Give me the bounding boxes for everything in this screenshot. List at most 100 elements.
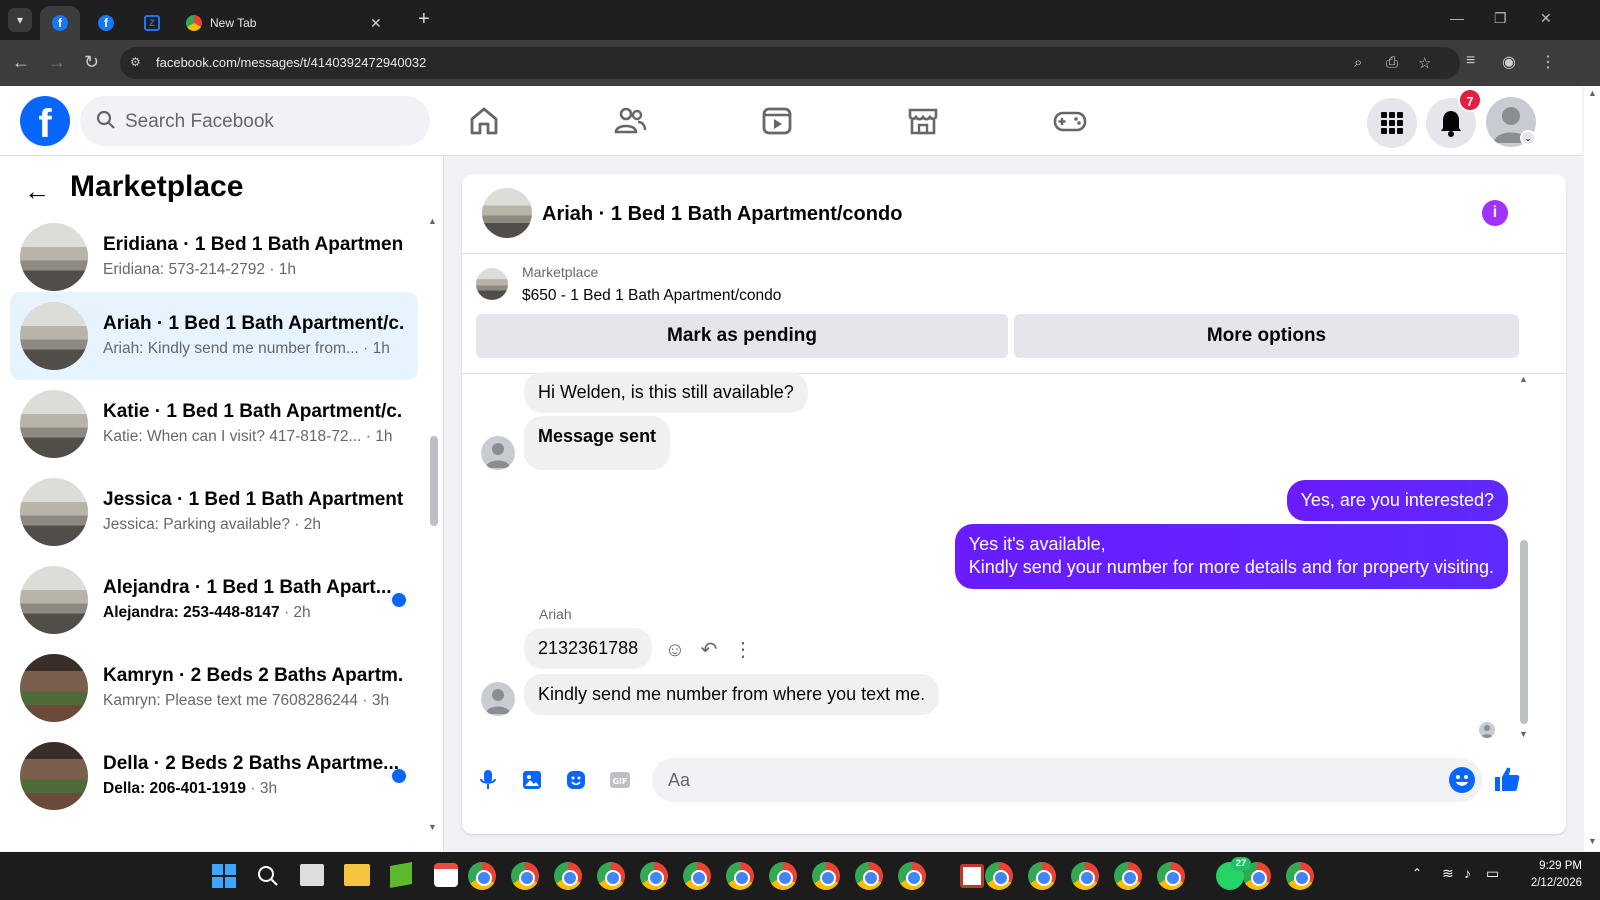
app-icon[interactable]	[960, 864, 984, 888]
conversation-list-scrollbar[interactable]	[430, 436, 438, 526]
minecraft-icon[interactable]	[390, 862, 412, 888]
chrome-taskbar-icon[interactable]	[985, 862, 1013, 890]
home-icon[interactable]	[464, 101, 504, 141]
scroll-up-arrow-icon[interactable]: ▲	[428, 216, 437, 226]
chrome-taskbar-icon[interactable]	[1028, 862, 1056, 890]
page-scroll-down-icon[interactable]: ▼	[1588, 836, 1597, 846]
chrome-taskbar-icon[interactable]	[1157, 862, 1185, 890]
reply-icon[interactable]: ↶	[698, 639, 720, 661]
forward-arrow-icon[interactable]: →	[48, 52, 66, 73]
incoming-message[interactable]: Hi Welden, is this still available?	[524, 372, 808, 414]
gaming-icon[interactable]	[1050, 101, 1090, 141]
clock-date[interactable]: 2/12/2026	[1512, 877, 1582, 889]
gif-icon[interactable]: GIF	[608, 768, 632, 792]
conversation-item[interactable]: Ariah · 1 Bed 1 Bath Apartment/c... Ariah…	[10, 292, 418, 380]
battery-icon[interactable]: ▭	[1486, 865, 1499, 882]
address-bar[interactable]: ⚙ facebook.com/messages/t/41403924729400…	[120, 47, 1460, 79]
chrome-taskbar-icon[interactable]	[726, 862, 754, 890]
more-options-button[interactable]: More options	[1014, 314, 1519, 358]
chrome-taskbar-icon[interactable]	[554, 862, 582, 890]
chrome-taskbar-icon[interactable]	[898, 862, 926, 890]
page-scroll-up-icon[interactable]: ▲	[1588, 88, 1597, 98]
profile-icon[interactable]: ◉	[1502, 52, 1516, 72]
incoming-message[interactable]: 2132361788	[524, 628, 653, 670]
wifi-icon[interactable]: ≋	[1442, 865, 1454, 882]
new-tab-button[interactable]: +	[418, 8, 430, 31]
menu-grid-button[interactable]	[1367, 98, 1417, 148]
chrome-taskbar-icon[interactable]	[1286, 862, 1314, 890]
conversation-item[interactable]: Katie · 1 Bed 1 Bath Apartment/c... Katie…	[10, 380, 418, 468]
conversation-item[interactable]: Della · 2 Beds 2 Baths Apartme... Della: …	[10, 732, 418, 820]
conversation-item[interactable]: Eridiana · 1 Bed 1 Bath Apartmen... Eridi…	[10, 213, 418, 301]
thumbs-up-icon[interactable]	[1492, 764, 1522, 794]
video-icon[interactable]	[757, 101, 797, 141]
volume-icon[interactable]: ♪	[1464, 865, 1471, 881]
chrome-taskbar-icon[interactable]	[511, 862, 539, 890]
url-text[interactable]: facebook.com/messages/t/4140392472940032	[156, 55, 426, 70]
zoom-icon[interactable]: ⌕	[1354, 54, 1362, 71]
incoming-message[interactable]: Message sent	[524, 416, 671, 470]
mark-as-pending-button[interactable]: Mark as pending	[476, 314, 1008, 358]
sticker-icon[interactable]	[564, 768, 588, 792]
browser-tab-facebook-active[interactable]: f	[40, 6, 80, 40]
bookmark-star-icon[interactable]: ☆	[1418, 54, 1431, 72]
listing-price-title[interactable]: $650 - 1 Bed 1 Bath Apartment/condo	[522, 287, 781, 305]
conversation-item[interactable]: Kamryn · 2 Beds 2 Baths Apartm... Kamryn:…	[10, 644, 418, 732]
chrome-taskbar-icon[interactable]	[683, 862, 711, 890]
install-app-icon[interactable]: ⎙	[1386, 54, 1398, 71]
close-window-icon[interactable]: ✕	[1540, 10, 1552, 27]
page-scrollbar[interactable]: ▲ ▼	[1584, 86, 1600, 851]
message-thread-scrollbar[interactable]	[1520, 540, 1528, 724]
browser-tab-zillow[interactable]: Z	[132, 6, 172, 40]
chrome-taskbar-icon[interactable]	[1114, 862, 1142, 890]
listing-avatar[interactable]	[482, 188, 532, 238]
chrome-taskbar-icon[interactable]	[769, 862, 797, 890]
media-control-icon[interactable]: ≡	[1466, 52, 1475, 70]
scroll-up-arrow-icon[interactable]: ▲	[1519, 374, 1528, 384]
search-box[interactable]: Search Facebook	[80, 96, 430, 146]
windows-start-icon[interactable]	[212, 864, 236, 888]
conversation-item[interactable]: Alejandra · 1 Bed 1 Bath Apart... Alejand…	[10, 556, 418, 644]
scroll-down-arrow-icon[interactable]: ▼	[1519, 729, 1528, 739]
reload-icon[interactable]: ↻	[84, 52, 99, 73]
info-icon[interactable]: i	[1482, 200, 1508, 226]
back-arrow-icon[interactable]: ←	[12, 52, 30, 73]
site-info-icon[interactable]: ⚙	[130, 55, 146, 71]
file-explorer-icon[interactable]	[344, 864, 370, 886]
marketplace-icon[interactable]	[903, 101, 943, 141]
minimize-icon[interactable]: —	[1450, 10, 1464, 26]
outgoing-message[interactable]: Yes, are you interested?	[1286, 480, 1508, 522]
conversation-item[interactable]: Jessica · 1 Bed 1 Bath Apartment/... Jess…	[10, 468, 418, 556]
microsoft-store-icon[interactable]	[434, 863, 458, 887]
account-chevron-icon[interactable]: ⌄	[1520, 130, 1536, 146]
outgoing-message[interactable]: Yes it's available, Kindly send your num…	[954, 524, 1508, 589]
chrome-taskbar-icon[interactable]	[1071, 862, 1099, 890]
message-input[interactable]: Aa	[652, 758, 1482, 802]
friends-icon[interactable]	[610, 101, 650, 141]
more-actions-icon[interactable]: ⋮	[732, 639, 754, 661]
chrome-taskbar-icon[interactable]	[640, 862, 668, 890]
back-arrow-icon[interactable]: ←	[24, 176, 50, 207]
photo-icon[interactable]	[520, 768, 544, 792]
listing-thumbnail[interactable]	[476, 268, 508, 300]
chrome-taskbar-icon[interactable]	[855, 862, 883, 890]
menu-kebab-icon[interactable]: ⋮	[1540, 52, 1556, 72]
clock-time[interactable]: 9:29 PM	[1512, 860, 1582, 872]
chrome-taskbar-icon[interactable]	[597, 862, 625, 890]
incoming-message[interactable]: Kindly send me number from where you tex…	[524, 674, 940, 716]
emoji-icon[interactable]	[1448, 766, 1476, 794]
chat-title[interactable]: Ariah · 1 Bed 1 Bath Apartment/condo	[542, 203, 902, 226]
chrome-taskbar-icon[interactable]	[468, 862, 496, 890]
browser-tab-facebook[interactable]: f	[86, 6, 126, 40]
facebook-logo[interactable]: f	[20, 96, 70, 146]
show-hidden-icons-icon[interactable]: ⌃	[1412, 866, 1422, 880]
react-emoji-icon[interactable]: ☺	[664, 639, 686, 661]
microphone-icon[interactable]	[476, 768, 500, 792]
task-view-icon[interactable]	[300, 864, 324, 886]
browser-tab-new-tab[interactable]: New Tab ✕	[174, 6, 410, 40]
chrome-taskbar-icon[interactable]	[812, 862, 840, 890]
restore-icon[interactable]: ❐	[1494, 10, 1507, 27]
tab-search-button[interactable]: ▾	[8, 8, 32, 32]
scroll-down-arrow-icon[interactable]: ▼	[428, 822, 437, 832]
search-icon[interactable]	[256, 864, 280, 888]
